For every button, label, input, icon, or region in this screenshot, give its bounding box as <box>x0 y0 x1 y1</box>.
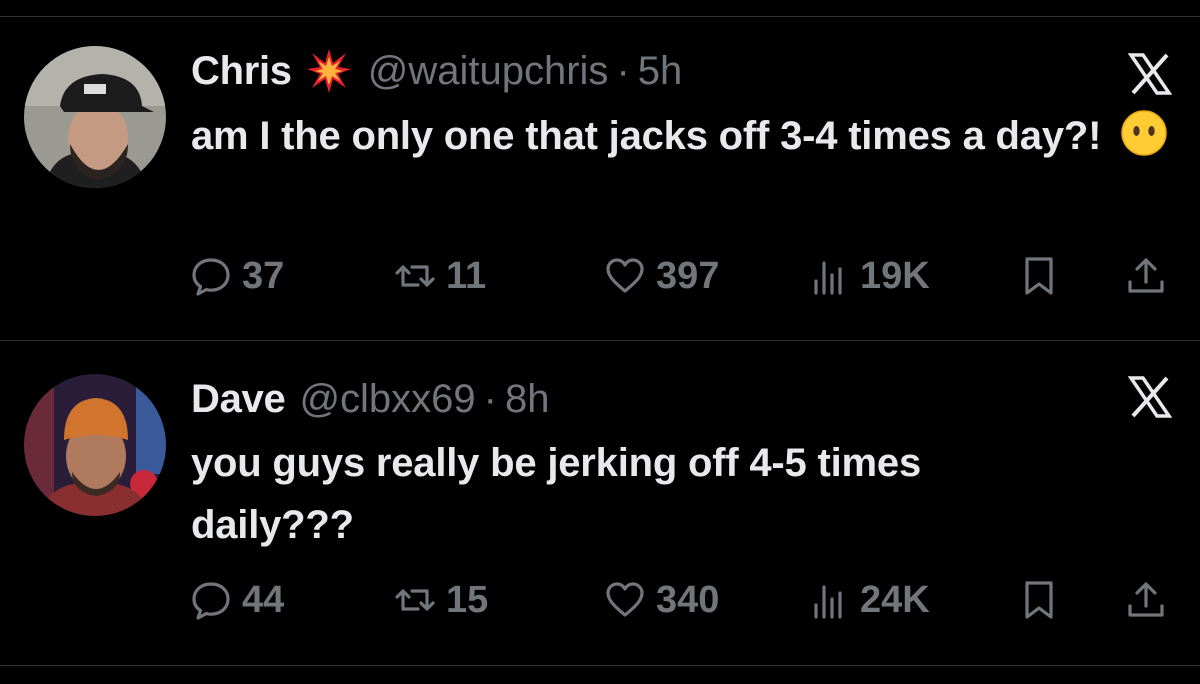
action-bar: 44 15 340 24K <box>190 578 1175 622</box>
bottom-divider <box>0 665 1200 666</box>
action-bar: 37 11 397 19K <box>190 254 1175 298</box>
bookmark-icon <box>1025 257 1053 295</box>
like-icon <box>606 258 644 293</box>
view-count: 19K <box>860 254 930 297</box>
reply-count: 44 <box>242 578 285 621</box>
reply-count: 37 <box>242 254 285 297</box>
tweet-header: Chris @waitupchris · 5h <box>191 49 682 93</box>
collision-emoji <box>306 49 351 93</box>
retweet-button[interactable]: 11 <box>394 254 486 298</box>
tweet-chris[interactable]: Chris @waitupchris · 5h am I the only on… <box>0 0 1200 340</box>
share-icon <box>1128 258 1164 293</box>
separator: · <box>483 376 497 421</box>
bookmark-button[interactable] <box>1018 578 1060 622</box>
display-name[interactable]: Dave <box>191 377 286 422</box>
tweet-header: Dave @clbxx69 · 8h <box>191 377 550 421</box>
views-icon <box>814 585 842 619</box>
views-icon <box>814 261 842 295</box>
tweet-text: am I the only one that jacks off 3-4 tim… <box>191 105 1181 167</box>
avatar[interactable] <box>24 374 166 516</box>
views-button[interactable]: 24K <box>808 578 930 622</box>
like-icon <box>606 582 644 617</box>
bookmark-icon <box>1025 581 1053 619</box>
reply-icon <box>192 582 230 620</box>
retweet-button[interactable]: 15 <box>394 578 488 622</box>
like-button[interactable]: 340 <box>604 578 719 622</box>
tweet-text-content: am I the only one that jacks off 3-4 tim… <box>191 114 1102 158</box>
avatar[interactable] <box>24 46 166 188</box>
view-count: 24K <box>860 578 930 621</box>
views-button[interactable]: 19K <box>808 254 930 298</box>
reply-button[interactable]: 37 <box>190 254 284 298</box>
reply-icon <box>192 258 230 296</box>
timestamp[interactable]: 5h <box>638 49 683 94</box>
tweet-text: you guys really be jerking off 4-5 times… <box>191 441 922 547</box>
tweet-dave[interactable]: Dave @clbxx69 · 8h you guys really be je… <box>0 341 1200 665</box>
retweet-icon <box>395 589 435 611</box>
separator: · <box>616 48 630 93</box>
like-count: 340 <box>656 578 720 621</box>
retweet-icon <box>395 265 435 287</box>
display-name[interactable]: Chris <box>191 49 292 94</box>
timestamp[interactable]: 8h <box>505 377 550 422</box>
x-logo-icon <box>1128 53 1172 95</box>
face-without-mouth-emoji <box>1121 110 1167 156</box>
handle[interactable]: @clbxx69 <box>299 377 475 422</box>
x-logo-icon <box>1128 376 1172 418</box>
share-button[interactable] <box>1125 578 1167 622</box>
retweet-count: 15 <box>446 578 489 621</box>
bookmark-button[interactable] <box>1018 254 1060 298</box>
share-icon <box>1128 582 1164 617</box>
retweet-count: 11 <box>446 254 487 297</box>
like-button[interactable]: 397 <box>604 254 719 298</box>
handle[interactable]: @waitupchris <box>368 49 609 94</box>
reply-button[interactable]: 44 <box>190 578 284 622</box>
like-count: 397 <box>656 254 720 297</box>
share-button[interactable] <box>1125 254 1167 298</box>
